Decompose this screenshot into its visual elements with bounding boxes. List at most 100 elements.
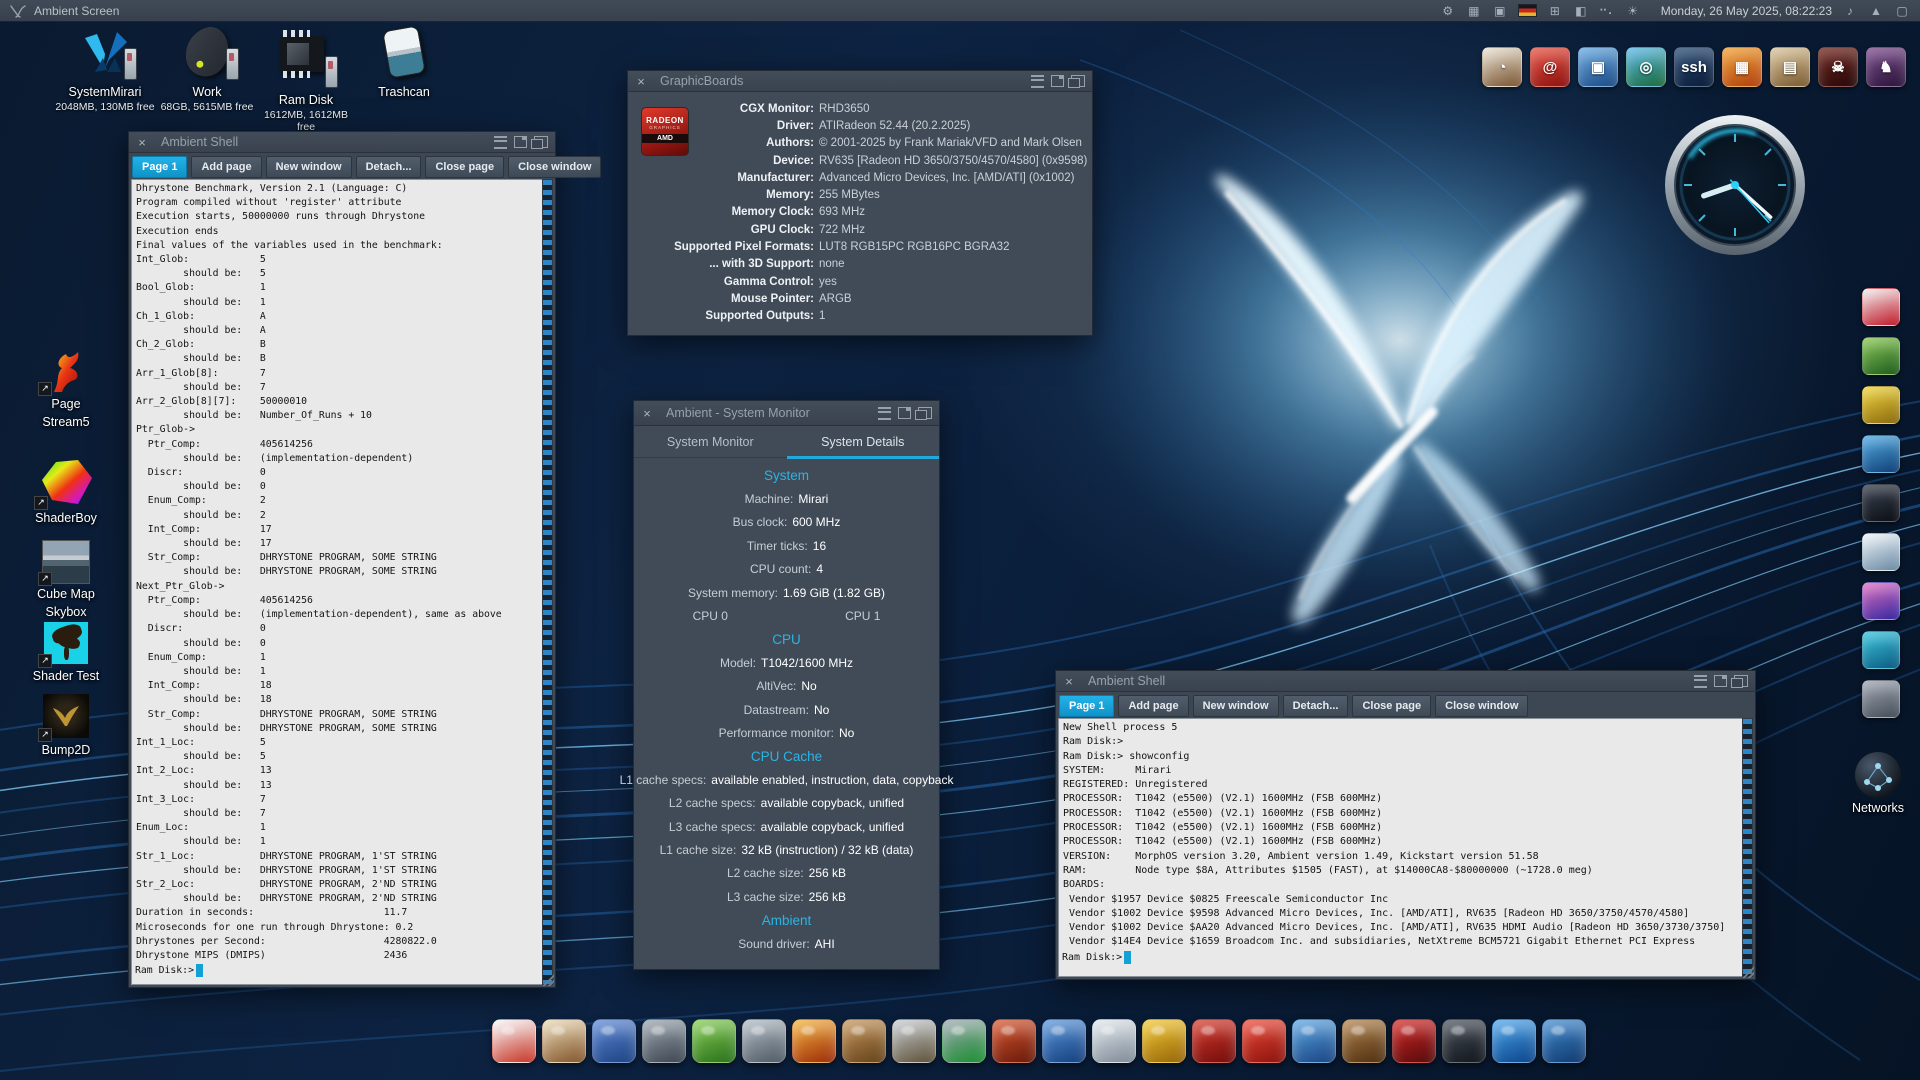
toolbar-button[interactable]: New window [266, 156, 352, 178]
close-icon[interactable]: × [628, 74, 654, 89]
tab-system-details[interactable]: System Details [787, 426, 940, 457]
depth-icon[interactable] [1071, 75, 1085, 87]
dock-icon[interactable] [1242, 1019, 1286, 1063]
dock-icon[interactable] [542, 1019, 586, 1063]
dock-icon[interactable] [1442, 1019, 1486, 1063]
menu-icon[interactable] [878, 407, 891, 420]
dock-icon[interactable] [1492, 1019, 1536, 1063]
topbar-icon[interactable]: ⚙ [1440, 4, 1456, 18]
app-icon[interactable] [1862, 288, 1900, 326]
close-icon[interactable]: × [634, 406, 660, 421]
launcher-icon[interactable]: @ [1530, 47, 1570, 87]
dock-icon[interactable] [1342, 1019, 1386, 1063]
dock-icon[interactable] [1142, 1019, 1186, 1063]
toolbar-button[interactable]: Close window [508, 156, 601, 178]
topbar-icon[interactable]: ▦ [1466, 4, 1482, 18]
window-titlebar[interactable]: × Ambient - System Monitor [634, 401, 939, 426]
german-flag-icon[interactable] [1518, 4, 1537, 17]
app-icon[interactable] [1862, 582, 1900, 620]
toolbar-button[interactable]: Detach... [356, 156, 422, 178]
topbar-icon[interactable]: ♪ [1842, 4, 1858, 18]
app-icon[interactable] [1862, 484, 1900, 522]
dock-icon[interactable] [642, 1019, 686, 1063]
launcher-icon[interactable]: ☠ [1818, 47, 1858, 87]
depth-icon[interactable] [918, 407, 932, 419]
dock-icon[interactable] [1042, 1019, 1086, 1063]
app-icon[interactable] [1862, 337, 1900, 375]
desktop-icon-bump2d[interactable]: ↗ Bump2D [16, 694, 116, 758]
toolbar-button[interactable]: Add page [1118, 695, 1188, 717]
tab-page-1[interactable]: Page 1 [1059, 695, 1114, 717]
scrollbar[interactable] [542, 179, 553, 985]
app-icon[interactable] [1862, 386, 1900, 424]
snapshot-icon[interactable] [1714, 675, 1727, 687]
desktop-icon-networks[interactable]: Networks [1838, 752, 1918, 816]
close-icon[interactable]: × [1056, 674, 1082, 689]
screen-title-bar[interactable]: Ambient Screen ⚙▦▣ ⊞◧⠒⠄☀ Monday, 26 May … [0, 0, 1920, 22]
dock-icon[interactable] [892, 1019, 936, 1063]
app-icon[interactable] [1862, 435, 1900, 473]
dock-icon[interactable] [592, 1019, 636, 1063]
launcher-icon[interactable]: ♞ [1866, 47, 1906, 87]
menu-icon[interactable] [494, 136, 507, 149]
dock-icon[interactable] [492, 1019, 536, 1063]
desktop-icon-ramdisk[interactable]: Ram Disk 1612MB, 1612MB free [256, 28, 356, 133]
tab-system-monitor[interactable]: System Monitor [634, 426, 787, 457]
depth-icon[interactable] [534, 136, 548, 148]
desktop-icon-pagestream5[interactable]: ↗ Page Stream5 [16, 350, 116, 430]
topbar-icon[interactable]: ▣ [1492, 4, 1508, 18]
desktop-icon-trashcan[interactable]: Trashcan [354, 28, 454, 100]
desktop-icon-shaderboy[interactable]: ↗ ShaderBoy [16, 458, 116, 526]
desktop-icon-shader-test[interactable]: ↗ Shader Test [16, 622, 116, 684]
dock-icon[interactable] [992, 1019, 1036, 1063]
menu-icon[interactable] [1694, 675, 1707, 688]
dock-icon[interactable] [1392, 1019, 1436, 1063]
topbar-icon[interactable]: ☀ [1625, 4, 1641, 18]
resize-handle[interactable] [541, 973, 554, 986]
toolbar-button[interactable]: New window [1193, 695, 1279, 717]
toolbar-button[interactable]: Close page [1352, 695, 1431, 717]
snapshot-icon[interactable] [514, 136, 527, 148]
topbar-icon[interactable]: ⠒⠄ [1599, 4, 1615, 18]
launcher-icon[interactable]: ▦ [1722, 47, 1762, 87]
toolbar-button[interactable]: Add page [191, 156, 261, 178]
launcher-icon[interactable]: ◔ [1482, 47, 1522, 87]
depth-icon[interactable] [1734, 675, 1748, 687]
toolbar-button[interactable]: Detach... [1283, 695, 1349, 717]
topbar-icon[interactable]: ▢ [1894, 4, 1910, 18]
toolbar-button[interactable]: Close window [1435, 695, 1528, 717]
app-icon[interactable] [1862, 680, 1900, 718]
desktop-icon-systemmirari[interactable]: SystemMirari 2048MB, 130MB free [55, 28, 155, 113]
dock-icon[interactable] [1542, 1019, 1586, 1063]
resize-handle[interactable] [1741, 965, 1754, 978]
menu-icon[interactable] [1031, 75, 1044, 88]
tab-page-1[interactable]: Page 1 [132, 156, 187, 178]
window-titlebar[interactable]: × GraphicBoards [628, 71, 1092, 92]
topbar-icon[interactable]: ⊞ [1547, 4, 1563, 18]
window-titlebar[interactable]: × Ambient Shell [129, 132, 555, 153]
terminal-output[interactable]: Dhrystone Benchmark, Version 2.1 (Langua… [131, 179, 543, 985]
launcher-icon[interactable]: ▤ [1770, 47, 1810, 87]
dock-icon[interactable] [1292, 1019, 1336, 1063]
terminal-output[interactable]: New Shell process 5 Ram Disk:> Ram Disk:… [1058, 718, 1743, 977]
dock-icon[interactable] [842, 1019, 886, 1063]
toolbar-button[interactable]: Close page [425, 156, 504, 178]
desktop-icon-work[interactable]: Work 68GB, 5615MB free [157, 28, 257, 113]
dock-icon[interactable] [792, 1019, 836, 1063]
launcher-icon[interactable]: ssh [1674, 47, 1714, 87]
scrollbar[interactable] [1742, 718, 1753, 977]
dock-icon[interactable] [692, 1019, 736, 1063]
app-icon[interactable] [1862, 533, 1900, 571]
topbar-icon[interactable]: ◧ [1573, 4, 1589, 18]
topbar-icon[interactable]: ▲ [1868, 4, 1884, 18]
dock-icon[interactable] [742, 1019, 786, 1063]
dock-icon[interactable] [942, 1019, 986, 1063]
dock-icon[interactable] [1092, 1019, 1136, 1063]
window-titlebar[interactable]: × Ambient Shell [1056, 671, 1755, 692]
desktop-icon-cubemap-skybox[interactable]: ↗ Cube Map Skybox [16, 540, 116, 620]
snapshot-icon[interactable] [898, 407, 911, 419]
app-icon[interactable] [1862, 631, 1900, 669]
snapshot-icon[interactable] [1051, 75, 1064, 87]
dock-icon[interactable] [1192, 1019, 1236, 1063]
launcher-icon[interactable]: ▣ [1578, 47, 1618, 87]
